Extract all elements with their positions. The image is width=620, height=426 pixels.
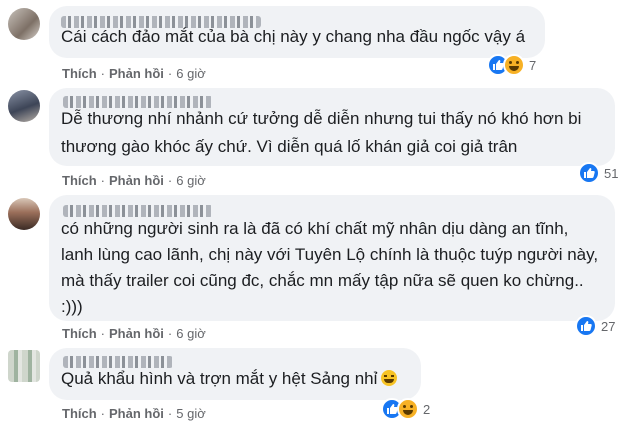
reaction-count: 2 bbox=[423, 401, 431, 417]
comment-actions: Thích · Phản hồi · 5 giờ bbox=[62, 406, 206, 421]
reaction-summary[interactable]: 51 bbox=[578, 162, 619, 184]
comment-text: Cái cách đảo mắt của bà chị này y chang … bbox=[61, 27, 526, 46]
like-link[interactable]: Thích bbox=[62, 326, 97, 341]
reply-link[interactable]: Phản hồi bbox=[109, 66, 164, 81]
reaction-summary[interactable]: 27 bbox=[575, 315, 616, 337]
avatar[interactable] bbox=[8, 8, 40, 40]
avatar[interactable] bbox=[8, 90, 40, 122]
comment-actions: Thích · Phản hồi · 6 giờ bbox=[62, 173, 206, 188]
avatar[interactable] bbox=[8, 198, 40, 230]
comment-text-line: :))) bbox=[61, 297, 83, 316]
comment-actions: Thích · Phản hồi · 6 giờ bbox=[62, 326, 206, 341]
comment-bubble: Dễ thương nhí nhảnh cứ tưởng dễ diễn như… bbox=[49, 88, 615, 166]
like-icon bbox=[575, 315, 597, 337]
comment-bubble: Cái cách đảo mắt của bà chị này y chang … bbox=[49, 6, 545, 58]
like-link[interactable]: Thích bbox=[62, 66, 97, 81]
haha-icon bbox=[503, 54, 525, 76]
comment-text: Quả khẩu hình và trợn mắt y hệt Sảng nhỉ bbox=[61, 366, 398, 392]
reaction-count: 27 bbox=[601, 318, 616, 334]
comment-bubble: Quả khẩu hình và trợn mắt y hệt Sảng nhỉ bbox=[49, 348, 421, 400]
reaction-summary[interactable]: 2 bbox=[381, 398, 431, 420]
comment-timestamp[interactable]: 6 giờ bbox=[176, 173, 206, 188]
comment-timestamp[interactable]: 6 giờ bbox=[176, 66, 206, 81]
reaction-count: 51 bbox=[604, 165, 619, 181]
comment-text-line: thương gào khóc ấy chứ. Vì diễn quá lố k… bbox=[61, 137, 518, 156]
reply-link[interactable]: Phản hồi bbox=[109, 173, 164, 188]
reaction-summary[interactable]: 7 bbox=[487, 54, 537, 76]
like-link[interactable]: Thích bbox=[62, 406, 97, 421]
comment-bubble: có những người sinh ra là đã có khí chất… bbox=[49, 195, 615, 321]
comment-timestamp[interactable]: 6 giờ bbox=[176, 326, 206, 341]
avatar[interactable] bbox=[8, 350, 40, 382]
comment-text-line: mà thấy trailer coi cũng đc, chắc mn mấy… bbox=[61, 271, 584, 290]
comment-text-line: có những người sinh ra là đã có khí chất… bbox=[61, 219, 569, 238]
reply-link[interactable]: Phản hồi bbox=[109, 326, 164, 341]
like-icon bbox=[578, 162, 600, 184]
comment-actions: Thích · Phản hồi · 6 giờ bbox=[62, 66, 206, 81]
comment-text-line: Dễ thương nhí nhảnh cứ tưởng dễ diễn như… bbox=[61, 109, 582, 128]
reaction-count: 7 bbox=[529, 57, 537, 73]
haha-icon bbox=[397, 398, 419, 420]
comment-timestamp[interactable]: 5 giờ bbox=[176, 406, 206, 421]
like-link[interactable]: Thích bbox=[62, 173, 97, 188]
laughing-emoji-icon bbox=[381, 370, 398, 386]
comment-text-line: lanh lùng cao lãnh, chị này với Tuyên Lộ… bbox=[61, 245, 599, 264]
reply-link[interactable]: Phản hồi bbox=[109, 406, 164, 421]
